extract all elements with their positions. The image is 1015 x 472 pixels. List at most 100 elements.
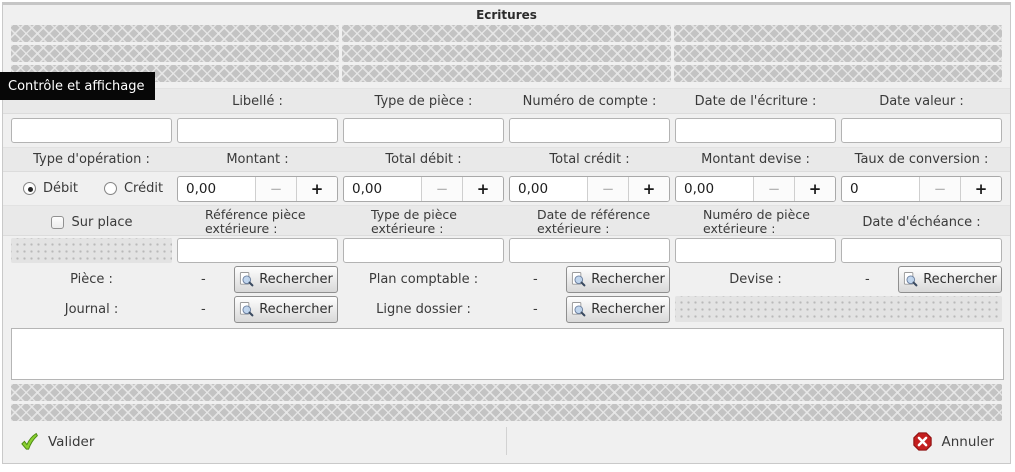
- date-valeur-input[interactable]: [841, 118, 1002, 143]
- tooltip-controle-affichage: Contrôle et affichage: [0, 72, 155, 100]
- label-ligne-dossier: Ligne dossier :: [343, 302, 504, 317]
- montant-devise-value[interactable]: [676, 177, 753, 201]
- search-plan-comptable-label: Rechercher: [591, 272, 665, 287]
- lookup-row-2: Journal : - Rechercher Ligne dossier : -…: [3, 294, 1010, 324]
- label-montant-devise: Montant devise :: [675, 152, 836, 167]
- plan-comptable-lookup: - Rechercher: [509, 264, 670, 294]
- search-devise-label: Rechercher: [923, 272, 997, 287]
- montant-devise-spinner: − +: [675, 176, 836, 202]
- montant-devise-increment-button[interactable]: +: [794, 177, 835, 201]
- date-echeance-input[interactable]: [841, 238, 1002, 263]
- valider-label: Valider: [48, 434, 94, 450]
- ligne-dossier-value: -: [533, 302, 538, 317]
- lookup-row-1: Pièce : - Rechercher Plan comptable : - …: [3, 264, 1010, 294]
- search-ligne-dossier-label: Rechercher: [591, 302, 665, 317]
- amount-labels-row: Type d'opération : Montant : Total débit…: [3, 147, 1010, 172]
- montant-spinner: − +: [177, 176, 338, 202]
- label-devise: Devise :: [675, 272, 836, 287]
- plan-comptable-value: -: [533, 272, 538, 287]
- montant-devise-decrement-button[interactable]: −: [753, 177, 794, 201]
- taux-conversion-increment-button[interactable]: +: [960, 177, 1001, 201]
- label-piece: Pièce :: [11, 272, 172, 287]
- field-label-numero-compte: Numéro de compte :: [509, 94, 670, 109]
- search-piece-button[interactable]: Rechercher: [234, 266, 338, 293]
- external-inputs-row: [3, 236, 1010, 264]
- cancel-icon: [913, 432, 932, 451]
- radio-credit[interactable]: Crédit: [104, 181, 163, 196]
- search-journal-label: Rechercher: [259, 302, 333, 317]
- total-debit-increment-button[interactable]: +: [462, 177, 503, 201]
- disabled-area: [675, 296, 1002, 322]
- radio-credit-icon[interactable]: [104, 182, 117, 195]
- journal-lookup: - Rechercher: [177, 294, 338, 324]
- reference-piece-ext-input[interactable]: [177, 238, 338, 263]
- hatch-cell: [674, 25, 1002, 42]
- field-label-date-valeur: Date valeur :: [841, 94, 1002, 109]
- annuler-button[interactable]: Annuler: [913, 432, 994, 451]
- label-type-operation: Type d'opération :: [11, 152, 172, 167]
- montant-value[interactable]: [178, 177, 255, 201]
- label-montant: Montant :: [177, 152, 338, 167]
- hatch-cell: [342, 25, 670, 42]
- controle-affichage-input[interactable]: [11, 118, 172, 143]
- search-journal-button[interactable]: Rechercher: [234, 296, 338, 323]
- type-operation-radios: Débit Crédit: [11, 181, 172, 196]
- sur-place-checkbox-item[interactable]: Sur place: [11, 215, 172, 230]
- taux-conversion-decrement-button[interactable]: −: [919, 177, 960, 201]
- sur-place-checkbox[interactable]: [51, 216, 64, 229]
- sur-place-label: Sur place: [72, 215, 133, 230]
- hatch-cell: [674, 65, 1002, 82]
- numero-compte-input[interactable]: [509, 118, 670, 143]
- search-icon: [239, 302, 254, 317]
- radio-debit[interactable]: Débit: [23, 181, 78, 196]
- search-plan-comptable-button[interactable]: Rechercher: [566, 266, 670, 293]
- field-label-libelle: Libellé :: [177, 94, 338, 109]
- hatch-cell: [11, 404, 1002, 421]
- label-plan-comptable: Plan comptable :: [343, 272, 504, 287]
- field-label-type-piece: Type de pièce :: [343, 94, 504, 109]
- hatch-cell: [11, 25, 339, 42]
- type-piece-input[interactable]: [343, 118, 504, 143]
- check-icon: [19, 432, 39, 451]
- notes-textarea[interactable]: [11, 328, 1004, 380]
- search-icon: [239, 272, 254, 287]
- label-type-piece-ext: Type de pièce extérieure :: [343, 208, 504, 236]
- field-inputs-row: [3, 114, 1010, 147]
- label-reference-piece-ext: Référence pièce extérieure :: [177, 208, 338, 236]
- date-reference-ext-input[interactable]: [509, 238, 670, 263]
- label-journal: Journal :: [11, 302, 172, 317]
- hatch-cell: [11, 384, 1002, 401]
- total-credit-increment-button[interactable]: +: [628, 177, 669, 201]
- taux-conversion-value[interactable]: [842, 177, 919, 201]
- hatch-cell: [674, 45, 1002, 62]
- search-ligne-dossier-button[interactable]: Rechercher: [566, 296, 670, 323]
- type-piece-ext-input[interactable]: [343, 238, 504, 263]
- journal-value: -: [201, 302, 206, 317]
- taux-conversion-spinner: − +: [841, 176, 1002, 202]
- montant-decrement-button[interactable]: −: [255, 177, 296, 201]
- label-date-echeance: Date d'échéance :: [841, 215, 1002, 230]
- annuler-label: Annuler: [941, 434, 994, 450]
- search-icon: [571, 272, 586, 287]
- field-label-date-ecriture: Date de l'écriture :: [675, 94, 836, 109]
- search-devise-button[interactable]: Rechercher: [898, 266, 1002, 293]
- total-credit-value[interactable]: [510, 177, 587, 201]
- total-debit-decrement-button[interactable]: −: [421, 177, 462, 201]
- total-credit-spinner: − +: [509, 176, 670, 202]
- footer-divider: [506, 427, 507, 455]
- total-debit-value[interactable]: [344, 177, 421, 201]
- page-title: Ecritures: [3, 5, 1010, 25]
- bottom-hatch-area: [11, 384, 1002, 421]
- label-total-credit: Total crédit :: [509, 152, 670, 167]
- numero-piece-ext-input[interactable]: [675, 238, 836, 263]
- amount-controls-row: Débit Crédit − + − + − + − +: [3, 172, 1010, 205]
- date-ecriture-input[interactable]: [675, 118, 836, 143]
- label-taux-conversion: Taux de conversion :: [841, 152, 1002, 167]
- radio-debit-label: Débit: [43, 181, 78, 196]
- radio-debit-icon[interactable]: [23, 182, 36, 195]
- total-credit-decrement-button[interactable]: −: [587, 177, 628, 201]
- radio-credit-label: Crédit: [124, 181, 163, 196]
- valider-button[interactable]: Valider: [19, 432, 94, 451]
- libelle-input[interactable]: [177, 118, 338, 143]
- montant-increment-button[interactable]: +: [296, 177, 337, 201]
